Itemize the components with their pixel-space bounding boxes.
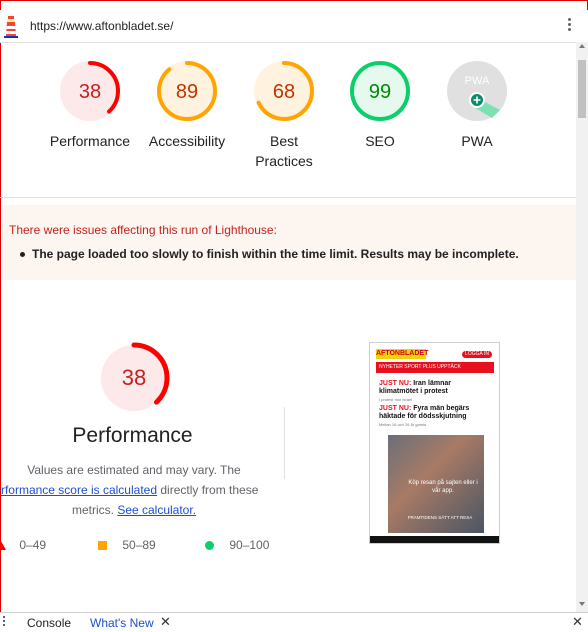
gauge-label-line: Performance xyxy=(49,133,131,149)
see-calculator-link[interactable]: See calculator. xyxy=(117,503,196,517)
legend-average: 50–89 xyxy=(98,538,156,552)
square-icon xyxy=(98,541,107,550)
headline-1: JUST NU: Iran lämnar klimatmötet i prote… xyxy=(379,380,451,395)
score-calculation-link[interactable]: performance score is calculated xyxy=(0,483,157,497)
lighthouse-icon xyxy=(4,16,18,38)
performance-score: 38 xyxy=(122,365,146,390)
gauge-score: 38 xyxy=(79,81,101,103)
pwa-text: PWA xyxy=(465,75,490,87)
devtools-drawer: Console What's New ✕ ✕ xyxy=(0,612,588,632)
tab-whats-new[interactable]: What's New xyxy=(90,616,154,630)
divider xyxy=(0,197,576,198)
close-icon[interactable]: ✕ xyxy=(160,614,171,630)
login-button: LOGGA IN xyxy=(462,351,492,358)
ad-caption: Köp resan på sajten eller i vår app. xyxy=(408,480,478,494)
performance-gauge-large[interactable]: 38 xyxy=(94,338,174,418)
best-practices-label: Best Practices xyxy=(234,131,334,171)
gauge-label-line: SEO xyxy=(365,133,395,149)
seo-label: SEO xyxy=(330,131,430,151)
scroll-down-icon[interactable] xyxy=(579,602,585,606)
headline-2: JUST NU: Fyra män begärs häktade för död… xyxy=(379,405,470,420)
scrollbar-thumb[interactable] xyxy=(578,60,586,118)
accessibility-label: Accessibility xyxy=(137,131,237,151)
gauge-label-line: Practices xyxy=(255,153,313,169)
ad-image: Köp resan på sajten eller i vår app. FRA… xyxy=(388,435,484,533)
gauge-score: 68 xyxy=(273,81,295,103)
kebab-menu-icon[interactable] xyxy=(567,16,573,36)
circle-icon xyxy=(205,541,214,550)
final-screenshot[interactable]: AFTONBLADET LOGGA IN NYHETER SPORT PLUS … xyxy=(369,342,500,544)
thumb-bottom-bar xyxy=(370,536,499,543)
performance-label: Performance xyxy=(40,131,140,151)
gauge-seo[interactable]: 99 SEO xyxy=(330,58,430,151)
report-url-bar: https://www.aftonbladet.se/ xyxy=(0,10,588,43)
headline-1-sub: I protest mot Israel xyxy=(379,397,413,402)
performance-gauge-icon: 38 xyxy=(60,61,120,121)
thumb-header: AFTONBLADET LOGGA IN xyxy=(376,347,494,361)
gauge-label-line: PWA xyxy=(461,133,493,149)
desc-text: Values are estimated and may vary. The xyxy=(27,463,241,477)
seo-gauge-icon: 99 xyxy=(350,61,410,121)
site-logo: AFTONBLADET xyxy=(376,349,429,359)
report-url[interactable]: https://www.aftonbladet.se/ xyxy=(30,19,173,33)
thumb-nav: NYHETER SPORT PLUS UPPTÄCK xyxy=(376,362,494,373)
headline-2-sub: Mellan 16 och 26 år gamla xyxy=(379,422,427,427)
scrollbar[interactable] xyxy=(576,42,588,612)
gauge-performance[interactable]: 38 Performance xyxy=(40,58,140,151)
close-drawer-icon[interactable]: ✕ xyxy=(572,614,583,630)
score-gauges: 38 Performance 89 Accessibility 68 Best Practi… xyxy=(0,58,588,198)
legend-fail: 0–49 xyxy=(0,538,46,552)
scroll-up-icon[interactable] xyxy=(579,44,585,48)
pwa-gauge-icon: PWA xyxy=(447,61,507,121)
gauge-accessibility[interactable]: 89 Accessibility xyxy=(137,58,237,151)
best-practices-gauge-icon: 68 xyxy=(254,61,314,121)
legend-range: 90–100 xyxy=(229,538,270,552)
warning-item: The page loaded too slowly to finish wit… xyxy=(32,247,519,261)
gauge-label-line: Best xyxy=(269,133,298,149)
legend-pass: 90–100 xyxy=(205,538,269,552)
desc-text-mid: directly from these xyxy=(160,483,259,497)
pwa-label: PWA xyxy=(427,131,527,151)
triangle-icon xyxy=(0,541,6,550)
warning-title: There were issues affecting this run of … xyxy=(9,223,277,237)
drawer-menu-icon[interactable] xyxy=(3,616,7,628)
bullet xyxy=(20,252,25,257)
performance-title: Performance xyxy=(72,424,193,447)
gauge-best-practices[interactable]: 68 Best Practices xyxy=(234,58,334,171)
section-separator xyxy=(284,407,285,479)
gauge-score: 99 xyxy=(369,81,391,103)
accessibility-gauge-icon: 89 xyxy=(157,61,217,121)
gauge-label-line: Accessibility xyxy=(148,133,226,149)
tab-console[interactable]: Console xyxy=(27,616,71,630)
gauge-pwa[interactable]: PWA PWA xyxy=(427,58,527,151)
desc-text-end: metrics. xyxy=(71,503,114,517)
ad-footer: FRAMTIDENS SÄTT ATT RESA xyxy=(407,515,473,520)
legend-range: 0–49 xyxy=(19,538,47,552)
run-warning: There were issues affecting this run of … xyxy=(2,205,576,280)
legend-range: 50–89 xyxy=(122,538,156,552)
gauge-score: 89 xyxy=(176,81,198,103)
performance-description: Values are estimated and may vary. The p… xyxy=(0,460,268,520)
